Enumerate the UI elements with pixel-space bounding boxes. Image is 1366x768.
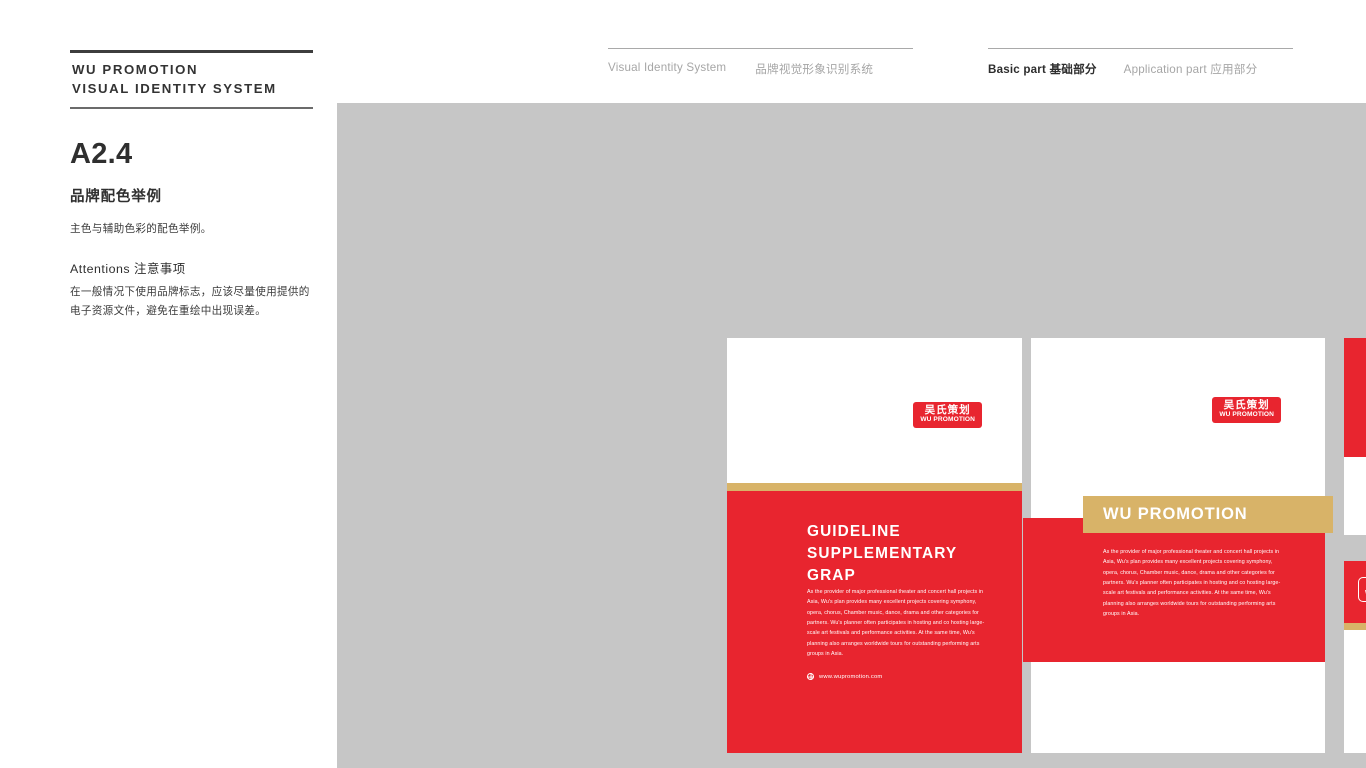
nav-item-visual-identity-system-cn[interactable]: 品牌视觉形象识别系统 — [755, 61, 873, 77]
card2-body-copy: As the provider of major professional th… — [1103, 549, 1281, 617]
card1-heading-line1: GUIDELINE — [807, 523, 901, 540]
section-title: 品牌配色举例 — [70, 189, 162, 205]
nav-rule-left — [608, 48, 913, 50]
card1-gold-accent-bar — [727, 483, 1022, 491]
showcase-canvas: 吴氏策划 WU PROMOTION GUIDELINE SUPPLEMENTAR… — [337, 103, 1366, 768]
section-description: 主色与辅助色彩的配色举例。 — [70, 223, 212, 235]
poster-card-guideline-wide[interactable]: 吴氏策划 WU PROMOTION GUIDELINE SUPPLEMENTAR… — [1344, 561, 1366, 753]
card2-banner-text: WU PROMOTION — [1103, 505, 1248, 523]
logo-chinese-text: 吴氏策划 — [1223, 399, 1270, 411]
wu-promotion-logo-icon: 吴氏策划 WU PROMOTION — [1358, 577, 1366, 602]
card1-logo-wrap: 吴氏策划 WU PROMOTION — [913, 400, 982, 428]
logo-chinese-text: 吴氏策划 — [924, 404, 971, 416]
wu-promotion-logo-icon: 吴氏策划 WU PROMOTION — [1212, 397, 1281, 423]
card2-gold-banner: WU PROMOTION — [1083, 496, 1333, 533]
nav-item-application-part[interactable]: Application part 应用部分 — [1124, 61, 1258, 77]
poster-card-2023[interactable]: 吴氏策划 WU PROMOTION 2023 WU PROMOTION As t… — [1344, 338, 1366, 535]
card2-logo-wrap: 吴氏策划 WU PROMOTION — [1212, 395, 1281, 423]
section-info: A2.4 品牌配色举例 主色与辅助色彩的配色举例。 Attentions 注意事… — [70, 140, 318, 321]
nav-group-left: Visual Identity System 品牌视觉形象识别系统 — [608, 48, 913, 77]
card1-heading-line3: GRAP — [807, 566, 856, 584]
card4-gold-accent-bar — [1344, 623, 1366, 630]
brand-name-line1: WU PROMOTION — [72, 62, 199, 77]
card1-heading: GUIDELINE SUPPLEMENTARY GRAP — [807, 521, 997, 587]
nav-rule-right — [988, 48, 1293, 50]
nav-group-right: Basic part 基础部分 Application part 应用部分 — [988, 48, 1293, 77]
globe-icon — [807, 673, 814, 680]
nav-item-basic-part[interactable]: Basic part 基础部分 — [988, 61, 1097, 77]
brand-header: WU PROMOTION VISUAL IDENTITY SYSTEM — [70, 50, 313, 109]
brand-guideline-page: WU PROMOTION VISUAL IDENTITY SYSTEM A2.4… — [0, 0, 1366, 768]
attentions-title: Attentions 注意事项 — [70, 262, 186, 276]
card1-heading-line2: SUPPLEMENTARY — [807, 544, 958, 562]
section-code: A2.4 — [70, 138, 133, 170]
logo-english-text: WU PROMOTION — [1219, 411, 1274, 418]
poster-card-wu-promotion[interactable]: 吴氏策划 WU PROMOTION WU PROMOTION As the pr… — [1023, 338, 1333, 753]
card1-url-text: www.wupromotion.com — [819, 673, 883, 680]
wu-promotion-logo-icon: 吴氏策划 WU PROMOTION — [913, 402, 982, 428]
brand-name-line2: VISUAL IDENTITY SYSTEM — [72, 80, 277, 96]
nav-item-visual-identity-system[interactable]: Visual Identity System — [608, 61, 726, 77]
card1-body-copy: As the provider of major professional th… — [807, 589, 985, 657]
card3-red-panel — [1344, 338, 1366, 457]
brand-rule-bottom — [70, 107, 313, 109]
poster-card-guideline[interactable]: 吴氏策划 WU PROMOTION GUIDELINE SUPPLEMENTAR… — [727, 338, 1022, 753]
brand-name: WU PROMOTION VISUAL IDENTITY SYSTEM — [70, 53, 313, 100]
attentions-body: 在一般情况下使用品牌标志，应该尽量使用提供的电子资源文件，避免在重绘中出现误差。 — [70, 286, 310, 317]
card1-url[interactable]: www.wupromotion.com — [807, 673, 882, 680]
card4-logo-wrap: 吴氏策划 WU PROMOTION — [1358, 575, 1366, 602]
logo-english-text: WU PROMOTION — [920, 416, 975, 423]
